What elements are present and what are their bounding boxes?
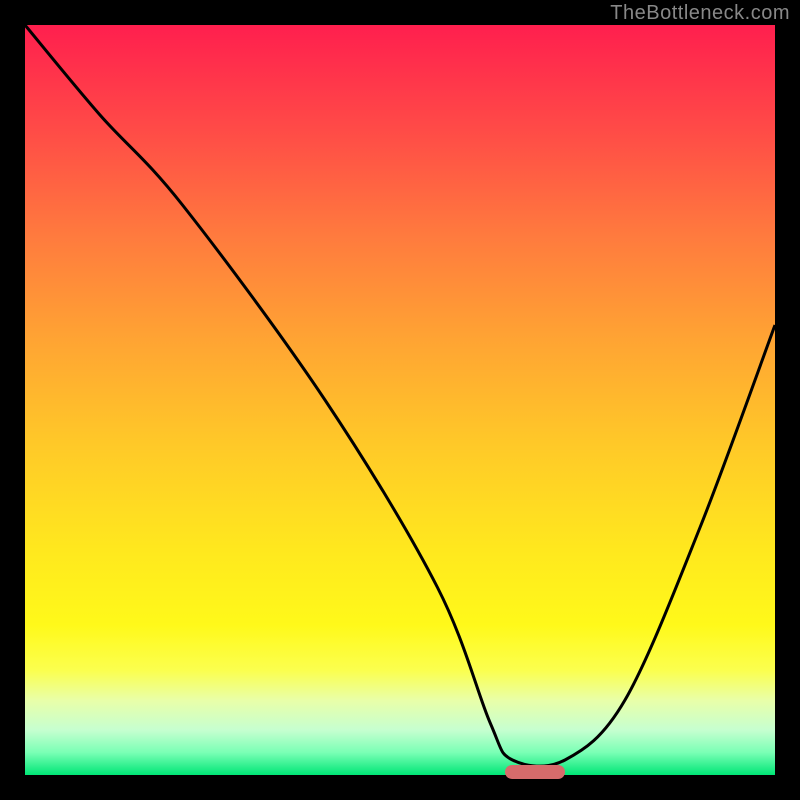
bottleneck-curve xyxy=(25,25,775,775)
attribution-label: TheBottleneck.com xyxy=(610,2,790,25)
optimal-marker xyxy=(505,765,565,779)
curve-path xyxy=(25,25,775,766)
chart-frame xyxy=(25,25,775,775)
